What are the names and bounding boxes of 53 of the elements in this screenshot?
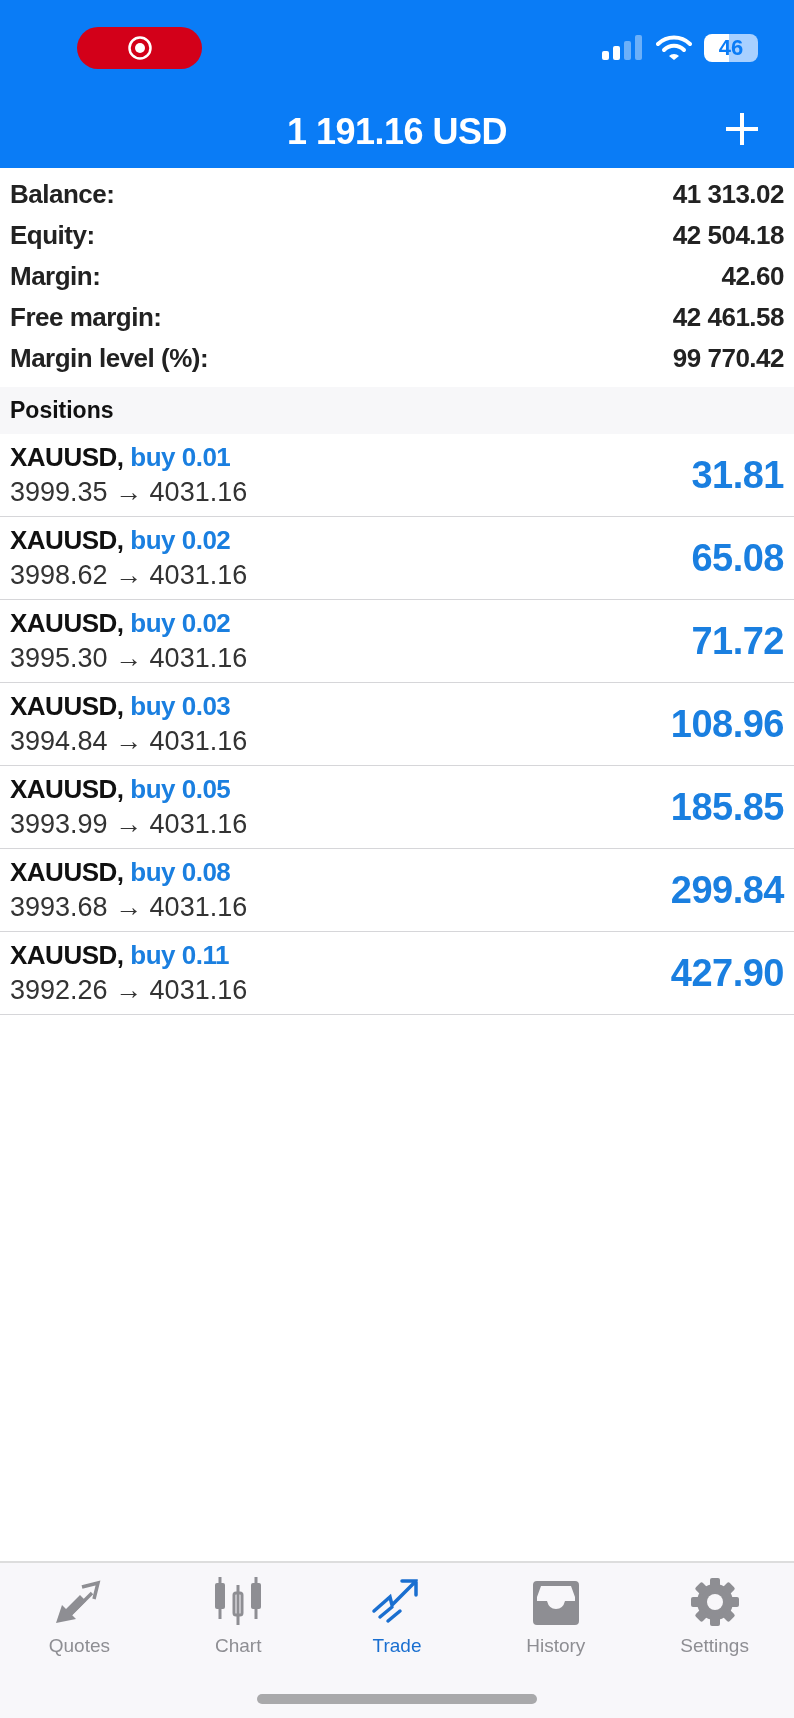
- position-prices: 3995.30 → 4031.16: [10, 643, 248, 674]
- position-symbol: XAUUSD,: [10, 608, 124, 638]
- position-prices: 3992.26 → 4031.16: [10, 975, 248, 1006]
- position-prices: 3998.62 → 4031.16: [10, 560, 248, 591]
- summary-label: Free margin:: [10, 302, 162, 333]
- position-order: buy 0.02: [130, 525, 231, 555]
- signal-icon: [602, 34, 644, 61]
- summary-label: Balance:: [10, 179, 115, 210]
- position-symbol: XAUUSD,: [10, 691, 124, 721]
- position-prices: 3993.68 → 4031.16: [10, 892, 248, 923]
- summary-value: 42 461.58: [672, 302, 784, 333]
- wifi-icon: [656, 34, 692, 61]
- position-profit: 65.08: [691, 536, 784, 580]
- position-row[interactable]: XAUUSD, buy 0.05 3993.99 → 4031.16 185.85: [0, 766, 794, 849]
- position-row[interactable]: XAUUSD, buy 0.08 3993.68 → 4031.16 299.84: [0, 849, 794, 932]
- position-symbol: XAUUSD,: [10, 525, 124, 555]
- summary-label: Equity:: [10, 220, 95, 251]
- position-profit: 427.90: [670, 951, 784, 995]
- position-order: buy 0.01: [130, 442, 231, 472]
- position-row[interactable]: XAUUSD, buy 0.02 3995.30 → 4031.16 71.72: [0, 600, 794, 683]
- position-prices: 3994.84 → 4031.16: [10, 726, 248, 757]
- summary-label: Margin level (%):: [10, 343, 209, 374]
- summary-label: Margin:: [10, 261, 101, 292]
- position-order: buy 0.02: [130, 608, 231, 638]
- position-profit: 108.96: [670, 702, 784, 746]
- record-icon: [126, 34, 153, 61]
- position-profit: 299.84: [670, 868, 784, 912]
- position-order: buy 0.03: [130, 691, 231, 721]
- position-symbol: XAUUSD,: [10, 774, 124, 804]
- add-button[interactable]: [724, 111, 760, 147]
- position-row[interactable]: XAUUSD, buy 0.11 3992.26 → 4031.16 427.90: [0, 932, 794, 1015]
- position-order: buy 0.08: [130, 857, 231, 887]
- summary-value: 42.60: [721, 261, 784, 292]
- position-row[interactable]: XAUUSD, buy 0.01 3999.35 → 4031.16 31.81: [0, 434, 794, 517]
- position-profit: 185.85: [670, 785, 784, 829]
- plus-icon: [724, 111, 760, 147]
- position-prices: 3993.99 → 4031.16: [10, 809, 248, 840]
- position-symbol: XAUUSD,: [10, 940, 124, 970]
- summary-value: 41 313.02: [672, 179, 784, 210]
- summary-value: 42 504.18: [672, 220, 784, 251]
- position-row[interactable]: XAUUSD, buy 0.03 3994.84 → 4031.16 108.96: [0, 683, 794, 766]
- position-profit: 31.81: [691, 453, 784, 497]
- summary-value: 99 770.42: [672, 343, 784, 374]
- position-symbol: XAUUSD,: [10, 442, 124, 472]
- position-order: buy 0.11: [130, 940, 229, 970]
- position-order: buy 0.05: [130, 774, 231, 804]
- position-symbol: XAUUSD,: [10, 857, 124, 887]
- position-prices: 3999.35 → 4031.16: [10, 477, 248, 508]
- tab[interactable]: Trade: [337, 1575, 457, 1657]
- position-row[interactable]: XAUUSD, buy 0.02 3998.62 → 4031.16 65.08: [0, 517, 794, 600]
- account-profit-title: 1 191.16 USD: [286, 110, 508, 153]
- section-title: Positions: [10, 397, 114, 424]
- position-profit: 71.72: [691, 619, 784, 663]
